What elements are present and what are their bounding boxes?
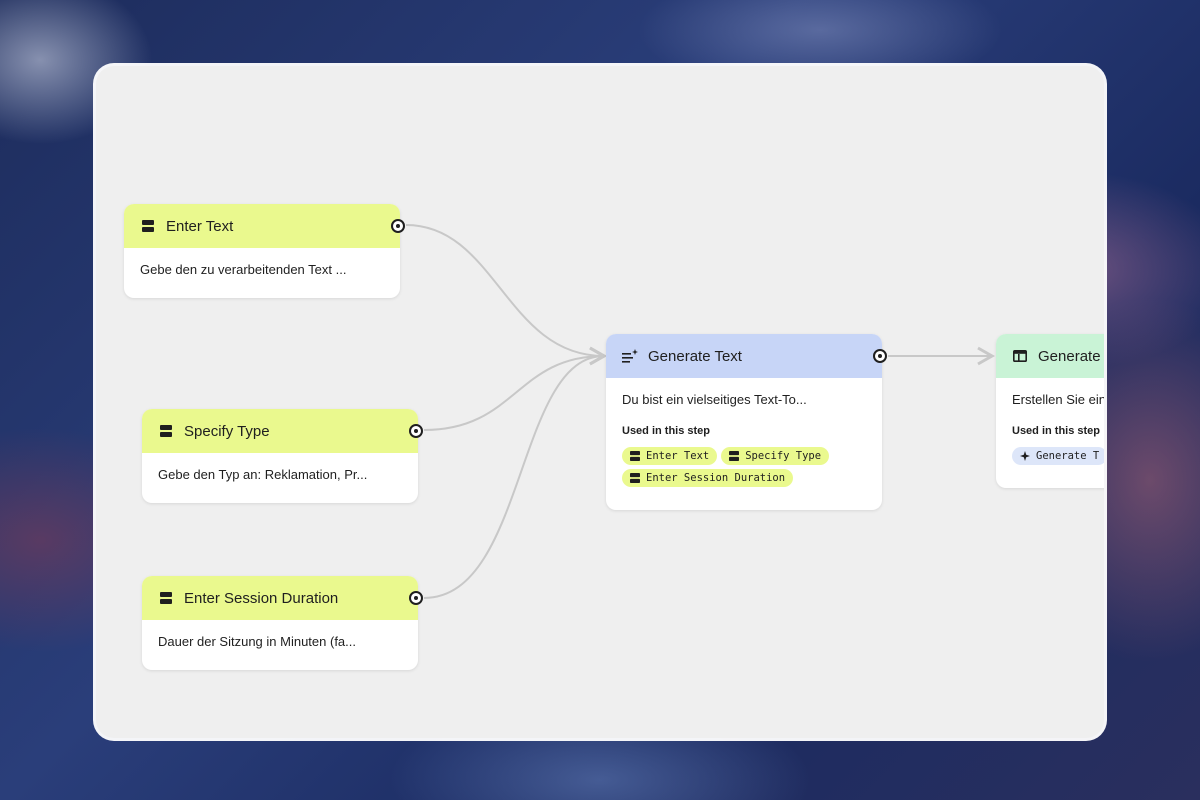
- dependency-chips: Generate T: [1012, 447, 1104, 465]
- layout-window-icon: [1012, 348, 1028, 364]
- output-port[interactable]: [873, 349, 887, 363]
- chip-enter-text[interactable]: Enter Text: [622, 447, 718, 465]
- node-description: Erstellen Sie ein: [1012, 392, 1104, 407]
- chip-label: Enter Session Duration: [646, 472, 786, 484]
- node-header[interactable]: Enter Text: [124, 204, 405, 248]
- sparkle-icon: [1020, 451, 1030, 461]
- node-header[interactable]: Specify Type: [142, 409, 423, 453]
- output-port[interactable]: [409, 591, 423, 605]
- output-port[interactable]: [391, 219, 405, 233]
- node-description: Gebe den Typ an: Reklamation, Pr...: [158, 467, 368, 482]
- edge-session-duration-to-generate: [423, 346, 608, 599]
- used-in-step-label: Used in this step: [1012, 425, 1101, 437]
- output-port[interactable]: [409, 424, 423, 438]
- dependency-chips: Enter Text Specify Type Enter Session Du…: [622, 447, 862, 487]
- text-sparkle-icon: [622, 348, 638, 364]
- node-header[interactable]: Generate: [996, 334, 1104, 378]
- node-description: Gebe den zu verarbeitenden Text ...: [140, 262, 347, 277]
- chip-generate-text[interactable]: Generate T: [1012, 447, 1104, 465]
- input-block-icon: [140, 218, 156, 234]
- node-title: Enter Text: [166, 217, 234, 235]
- node-specify-type[interactable]: Specify Type Gebe den Typ an: Reklamatio…: [142, 409, 423, 503]
- chip-label: Specify Type: [745, 450, 822, 462]
- chip-specify-type[interactable]: Specify Type: [721, 447, 830, 465]
- input-block-icon: [729, 451, 740, 461]
- node-header[interactable]: Generate Text: [606, 334, 887, 378]
- node-enter-text[interactable]: Enter Text Gebe den zu verarbeitenden Te…: [124, 204, 405, 298]
- chip-label: Generate T: [1036, 450, 1100, 462]
- node-title: Generate Text: [648, 347, 742, 365]
- edge-specify-type-to-generate: [423, 346, 608, 431]
- used-in-step-label: Used in this step: [622, 425, 711, 437]
- input-block-icon: [158, 423, 174, 439]
- workflow-canvas[interactable]: Enter Text Gebe den zu verarbeitenden Te…: [96, 66, 1104, 738]
- node-description: Du bist ein vielseitiges Text-To...: [622, 392, 807, 407]
- node-header[interactable]: Enter Session Duration: [142, 576, 423, 620]
- node-generate-output[interactable]: Generate Erstellen Sie ein Used in this …: [996, 334, 1104, 488]
- input-block-icon: [630, 451, 640, 461]
- node-title: Specify Type: [184, 422, 270, 440]
- chip-enter-session-duration[interactable]: Enter Session Duration: [622, 469, 794, 487]
- node-title: Enter Session Duration: [184, 589, 339, 607]
- node-generate-text[interactable]: Generate Text Du bist ein vielseitiges T…: [606, 334, 887, 510]
- node-enter-session-duration[interactable]: Enter Session Duration Dauer der Sitzung…: [142, 576, 423, 670]
- node-description: Dauer der Sitzung in Minuten (fa...: [158, 634, 356, 649]
- input-block-icon: [158, 590, 174, 606]
- node-title: Generate: [1038, 347, 1101, 365]
- chip-label: Enter Text: [646, 450, 710, 462]
- input-block-icon: [630, 473, 640, 483]
- edge-enter-text-to-generate: [405, 224, 608, 366]
